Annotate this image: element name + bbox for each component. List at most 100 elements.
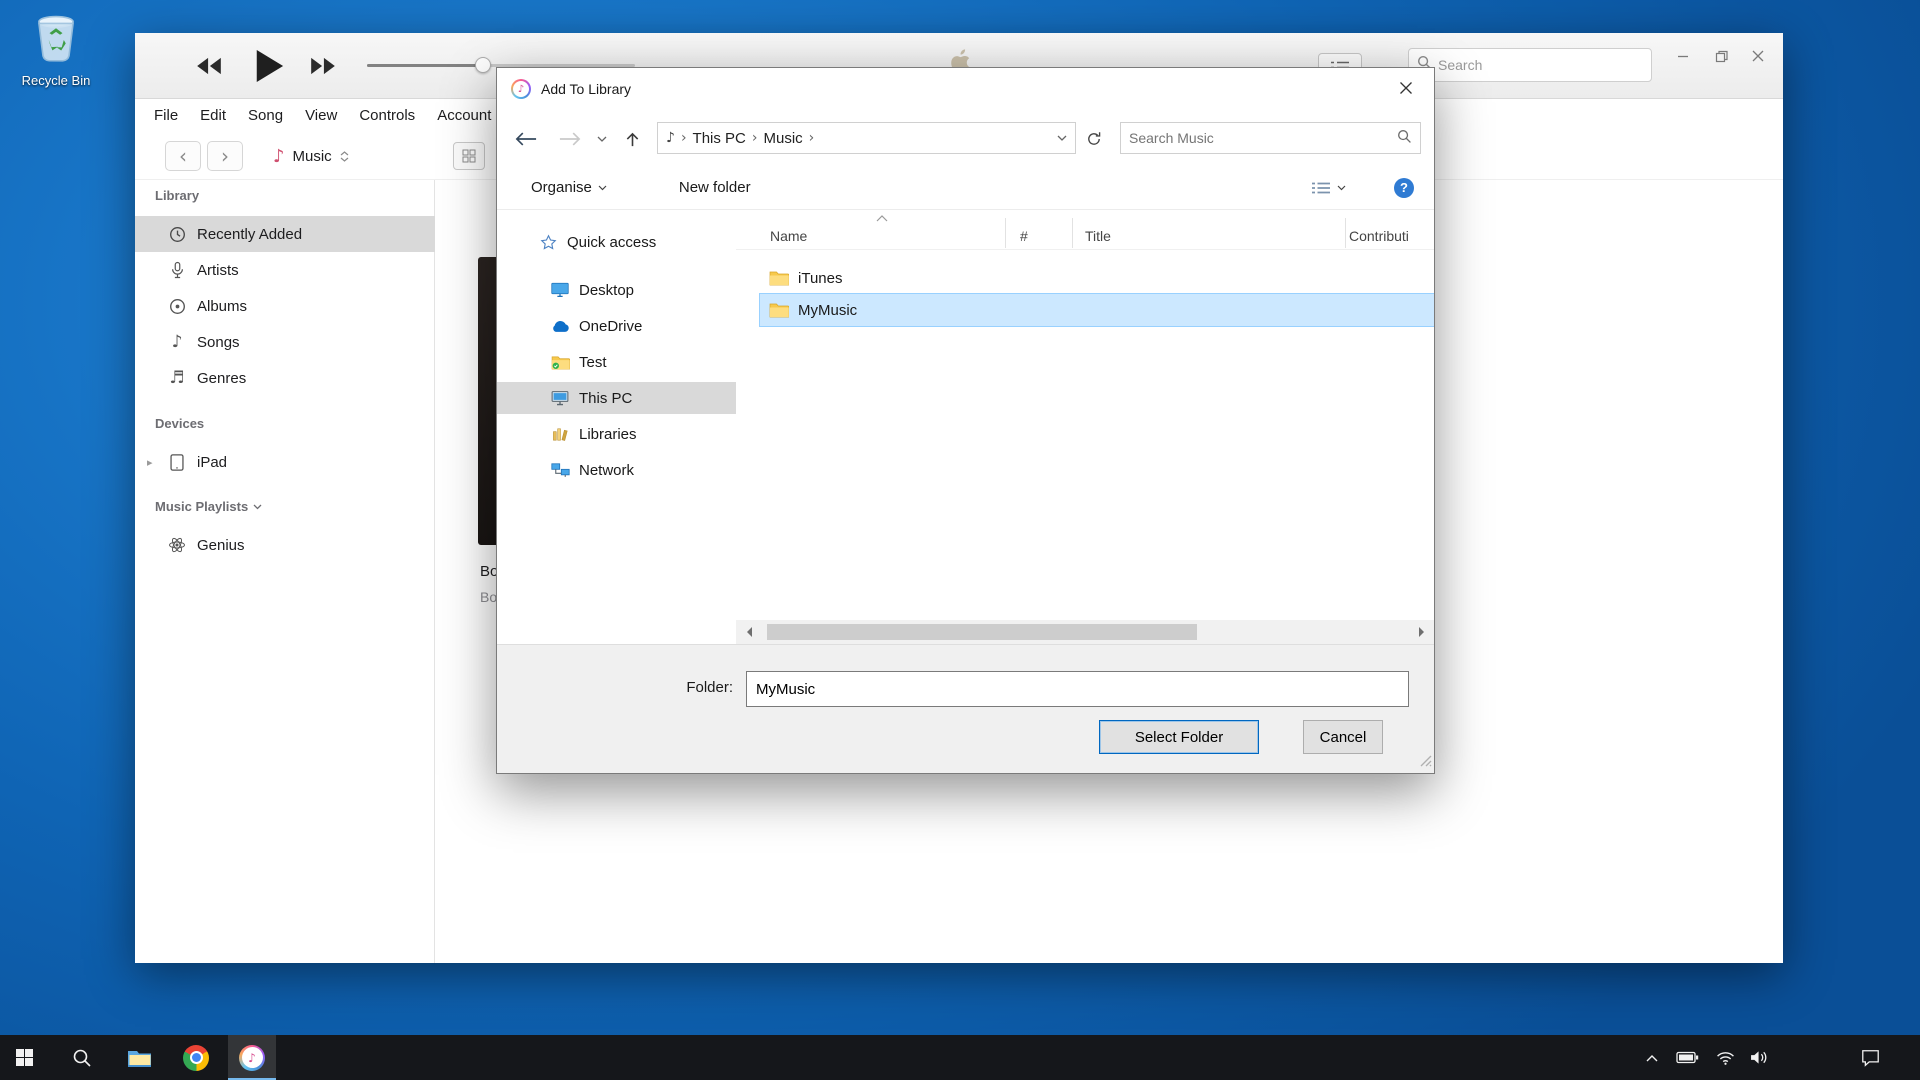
action-center-button[interactable]: [1848, 1035, 1892, 1080]
maximize-button[interactable]: [1706, 41, 1736, 71]
recycle-bin[interactable]: Recycle Bin: [10, 12, 102, 88]
windows-logo-icon: [16, 1049, 33, 1066]
sidebar-item-ipad[interactable]: ▸ iPad: [135, 444, 435, 480]
sidebar-item-albums[interactable]: Albums: [135, 288, 435, 324]
view-toggle-button[interactable]: [453, 142, 485, 170]
fast-forward-button[interactable]: [305, 51, 341, 81]
new-folder-button[interactable]: New folder: [679, 179, 751, 196]
scrollbar-thumb[interactable]: [767, 624, 1197, 640]
cancel-button[interactable]: Cancel: [1303, 720, 1383, 754]
wifi-icon: [1716, 1051, 1735, 1065]
minimize-button[interactable]: [1668, 41, 1698, 71]
nav-back-button[interactable]: [511, 128, 541, 150]
taskbar-chrome-button[interactable]: [172, 1035, 220, 1080]
recent-locations-button[interactable]: [593, 132, 611, 146]
media-picker-label: Music: [293, 148, 332, 165]
back-button[interactable]: ‹: [165, 141, 201, 171]
nav-item-this-pc[interactable]: This PC: [497, 382, 736, 414]
search-icon[interactable]: [1397, 129, 1412, 148]
tray-show-hidden-icons-button[interactable]: [1638, 1035, 1666, 1080]
select-folder-button[interactable]: Select Folder: [1099, 720, 1259, 754]
ipad-icon: [165, 454, 189, 471]
taskbar: ♪: [0, 1035, 1920, 1080]
horizontal-scrollbar[interactable]: [736, 620, 1434, 644]
details-view-icon: [1311, 181, 1331, 195]
resize-grip[interactable]: [1420, 754, 1432, 771]
play-button[interactable]: [243, 41, 295, 91]
volume-knob[interactable]: [475, 57, 491, 73]
dialog-body: Quick access Desktop OneDrive Test: [497, 210, 1434, 644]
menu-edit[interactable]: Edit: [189, 107, 237, 124]
dialog-close-button[interactable]: [1378, 68, 1434, 108]
menu-controls[interactable]: Controls: [348, 107, 426, 124]
folder-label: Folder:: [657, 679, 733, 696]
menu-view[interactable]: View: [294, 107, 348, 124]
nav-item-desktop[interactable]: Desktop: [497, 274, 736, 306]
breadcrumb-chevron[interactable]: ›: [809, 130, 815, 146]
refresh-button[interactable]: [1081, 128, 1107, 150]
beamed-notes-icon: ♬: [165, 368, 189, 388]
tray-battery-button[interactable]: [1672, 1035, 1702, 1080]
file-row-itunes[interactable]: iTunes: [760, 262, 1434, 294]
sidebar-item-genres[interactable]: ♬ Genres: [135, 360, 435, 396]
nav-item-quick-access[interactable]: Quick access: [497, 226, 736, 258]
column-title[interactable]: Title: [1085, 214, 1111, 250]
taskbar-itunes-button[interactable]: ♪: [228, 1035, 276, 1080]
menu-account[interactable]: Account: [426, 107, 502, 124]
album-subtitle: Bo: [480, 589, 497, 605]
speaker-icon: [1750, 1050, 1769, 1065]
column-number[interactable]: #: [1020, 214, 1028, 250]
address-bar[interactable]: ♪ › This PC › Music ›: [657, 122, 1076, 154]
nav-item-test[interactable]: Test: [497, 346, 736, 378]
help-button[interactable]: ?: [1394, 178, 1414, 198]
forward-button[interactable]: ›: [207, 141, 243, 171]
tray-volume-button[interactable]: [1744, 1035, 1774, 1080]
taskbar-search-button[interactable]: [58, 1035, 106, 1080]
change-view-button[interactable]: [1311, 181, 1346, 195]
column-divider[interactable]: [1005, 218, 1006, 248]
file-row-mymusic[interactable]: MyMusic: [760, 294, 1434, 326]
tray-wifi-button[interactable]: [1710, 1035, 1740, 1080]
start-button[interactable]: [0, 1035, 48, 1080]
rewind-button[interactable]: [191, 51, 227, 81]
close-button[interactable]: [1743, 41, 1773, 71]
organise-menu-button[interactable]: Organise: [531, 179, 607, 196]
expand-caret-icon[interactable]: ▸: [147, 456, 153, 469]
breadcrumb-chevron[interactable]: ›: [752, 130, 758, 146]
column-divider[interactable]: [1345, 218, 1346, 248]
dialog-footer: Folder: Select Folder Cancel: [497, 644, 1434, 773]
sidebar-item-genius[interactable]: Genius: [135, 527, 435, 563]
nav-item-libraries[interactable]: Libraries: [497, 418, 736, 450]
music-playlists-header[interactable]: Music Playlists: [155, 499, 262, 514]
breadcrumb-this-pc[interactable]: This PC: [693, 130, 746, 147]
nav-item-onedrive[interactable]: OneDrive: [497, 310, 736, 342]
libraries-icon: [549, 427, 571, 442]
column-divider[interactable]: [1072, 218, 1073, 248]
nav-item-network[interactable]: Network: [497, 454, 736, 486]
chevron-down-icon: [598, 185, 607, 191]
chrome-icon: [183, 1045, 209, 1071]
nav-up-button[interactable]: [619, 127, 645, 151]
scroll-left-button[interactable]: [736, 620, 760, 644]
nav-forward-button[interactable]: [555, 128, 585, 150]
address-dropdown-icon[interactable]: [1057, 135, 1067, 141]
column-contributing-artists[interactable]: Contributi: [1349, 214, 1409, 250]
column-name[interactable]: Name: [770, 214, 807, 250]
breadcrumb-music[interactable]: Music: [764, 130, 803, 147]
dialog-search-input[interactable]: [1129, 130, 1397, 146]
music-note-icon: ♪: [165, 332, 189, 352]
scroll-right-button[interactable]: [1410, 620, 1434, 644]
sidebar-item-recently-added[interactable]: Recently Added: [135, 216, 435, 252]
clock-icon: [165, 226, 189, 243]
sidebar-item-songs[interactable]: ♪ Songs: [135, 324, 435, 360]
atom-icon: [165, 536, 189, 554]
menu-file[interactable]: File: [143, 107, 189, 124]
dialog-title-bar[interactable]: ♪ Add To Library: [497, 68, 1434, 110]
folder-name-input[interactable]: [746, 671, 1409, 707]
taskbar-file-explorer-button[interactable]: [115, 1035, 163, 1080]
sidebar-item-artists[interactable]: Artists: [135, 252, 435, 288]
itunes-search-input[interactable]: [1438, 57, 1643, 73]
menu-song[interactable]: Song: [237, 107, 294, 124]
media-picker[interactable]: ♪ Music: [265, 141, 357, 171]
dialog-title: Add To Library: [541, 81, 631, 97]
